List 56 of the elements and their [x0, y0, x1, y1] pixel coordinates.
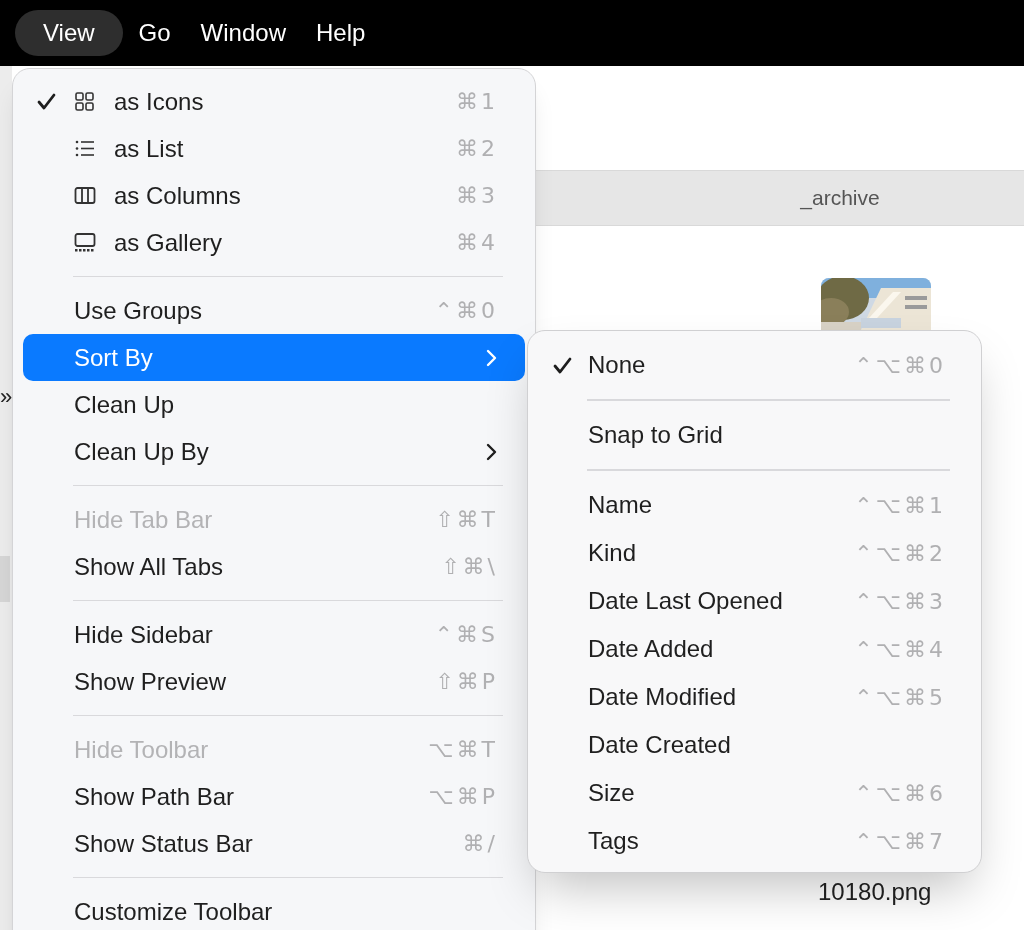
- menu-item[interactable]: Date Last Opened ⌃⌥⌘3: [538, 577, 971, 625]
- menu-bar-item[interactable]: View: [15, 10, 123, 56]
- shortcut-text: ⌘3: [456, 182, 498, 210]
- sidebar-scroll-thumb: [0, 556, 10, 602]
- shortcut-text: ⌘2: [456, 135, 498, 163]
- path-bar-title: _archive: [800, 185, 880, 212]
- menu-item[interactable]: None ⌃⌥⌘0: [538, 341, 971, 389]
- overflow-mark[interactable]: »: [0, 380, 13, 413]
- menu-item[interactable]: Tags ⌃⌥⌘7: [538, 817, 971, 865]
- shortcut-text: ⇧⌘T: [435, 506, 498, 534]
- menu-item[interactable]: Kind ⌃⌥⌘2: [538, 529, 971, 577]
- gallery-icon: [74, 232, 96, 253]
- menu-item[interactable]: Hide Sidebar ⌃⌘S: [23, 611, 525, 658]
- shortcut-text: ⌘1: [456, 88, 498, 116]
- menu-item[interactable]: Show All Tabs ⇧⌘\: [23, 543, 525, 590]
- menu-item[interactable]: as List ⌘2: [23, 125, 525, 172]
- menu-item[interactable]: Size ⌃⌥⌘6: [538, 769, 971, 817]
- shortcut-text: ⇧⌘\: [441, 553, 498, 581]
- shortcut-text: ⇧⌘P: [435, 668, 498, 696]
- menu-item[interactable]: Name ⌃⌥⌘1: [538, 481, 971, 529]
- shortcut-text: ⌥⌘P: [428, 783, 498, 811]
- shortcut-text: ⌘4: [456, 229, 498, 257]
- columns-icon: [74, 185, 96, 206]
- shortcut-text: ⌃⌘0: [434, 297, 498, 325]
- menu-item[interactable]: Date Added ⌃⌥⌘4: [538, 625, 971, 673]
- menu-bar-item[interactable]: Help: [301, 10, 380, 56]
- grid-icon: [74, 91, 96, 112]
- menu-item[interactable]: as Icons ⌘1: [23, 78, 525, 125]
- menu-bar-item[interactable]: Window: [186, 10, 300, 56]
- shortcut-text: ⌃⌘S: [434, 621, 498, 649]
- menu-item[interactable]: Clean Up By: [23, 428, 525, 475]
- shortcut-text: ⌘/: [462, 830, 498, 858]
- menu-item[interactable]: as Columns ⌘3: [23, 172, 525, 219]
- shortcut-text: ⌃⌥⌘7: [854, 827, 946, 856]
- shortcut-text: ⌃⌥⌘6: [854, 779, 946, 808]
- shortcut-text: ⌥⌘T: [428, 736, 498, 764]
- menu-bar-item[interactable]: Go: [124, 10, 185, 56]
- menu-item[interactable]: Show Path Bar ⌥⌘P: [23, 773, 525, 820]
- menu-item[interactable]: Show Status Bar ⌘/: [23, 820, 525, 867]
- list-icon: [74, 138, 96, 159]
- shortcut-text: ⌃⌥⌘2: [854, 539, 946, 568]
- shortcut-text: ⌃⌥⌘5: [854, 683, 946, 712]
- shortcut-text: ⌃⌥⌘1: [854, 491, 946, 520]
- menu-item[interactable]: Date Created: [538, 721, 971, 769]
- shortcut-text: ⌃⌥⌘3: [854, 587, 946, 616]
- menu-item[interactable]: Clean Up: [23, 381, 525, 428]
- file-name[interactable]: 10180.png: [818, 874, 932, 910]
- menu-item[interactable]: Customize Toolbar: [23, 888, 525, 930]
- menu-item[interactable]: Sort By: [23, 334, 525, 381]
- shortcut-text: ⌃⌥⌘0: [854, 351, 946, 380]
- shortcut-text: ⌃⌥⌘4: [854, 635, 946, 664]
- menu-item[interactable]: as Gallery ⌘4: [23, 219, 525, 266]
- menu-item[interactable]: Date Modified ⌃⌥⌘5: [538, 673, 971, 721]
- menu-item[interactable]: Show Preview ⇧⌘P: [23, 658, 525, 705]
- menu-item[interactable]: Snap to Grid: [538, 411, 971, 459]
- menu-item[interactable]: Use Groups ⌃⌘0: [23, 287, 525, 334]
